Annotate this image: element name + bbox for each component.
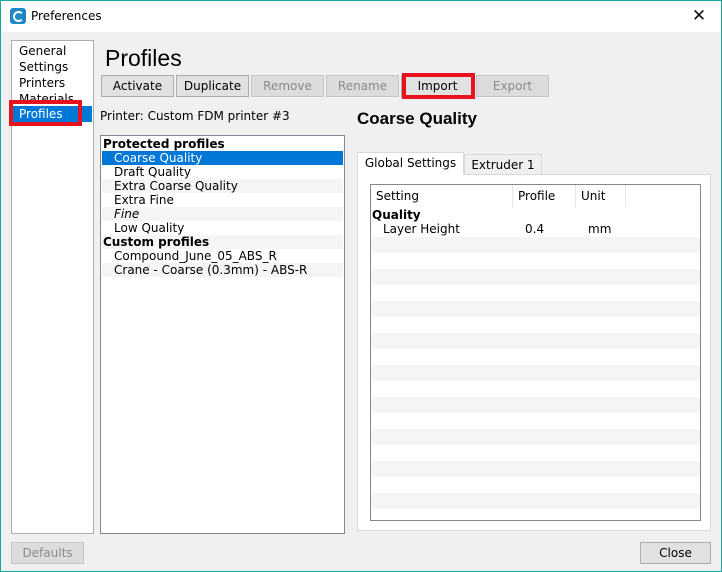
title-bar: Preferences ✕: [1, 1, 721, 32]
window-title: Preferences: [31, 9, 102, 23]
profile-item-extra-coarse-quality[interactable]: Extra Coarse Quality: [102, 179, 343, 193]
nav-item-general[interactable]: General: [19, 43, 66, 59]
column-header-setting[interactable]: Setting: [371, 185, 513, 207]
setting-unit: mm: [588, 222, 612, 236]
setting-profile-value: 0.4: [525, 222, 545, 236]
group-header-protected: Protected profiles: [103, 137, 225, 151]
defaults-button[interactable]: Defaults: [11, 542, 84, 564]
export-button[interactable]: Export: [476, 75, 549, 97]
table-row[interactable]: Layer Height 0.4 mm: [371, 221, 700, 237]
profiles-highlight-box: [9, 100, 82, 126]
nav-item-settings[interactable]: Settings: [19, 59, 68, 75]
import-highlight-box: [402, 73, 475, 99]
table-row-empty: [371, 365, 700, 381]
cura-icon: [10, 8, 26, 24]
table-row-empty: [371, 461, 700, 477]
profile-item-compound[interactable]: Compound_June_05_ABS_R: [102, 249, 343, 263]
profile-item-extra-fine[interactable]: Extra Fine: [102, 193, 343, 207]
remove-button[interactable]: Remove: [251, 75, 324, 97]
group-header-custom: Custom profiles: [102, 235, 343, 249]
nav-item-printers[interactable]: Printers: [19, 75, 65, 91]
table-row-empty: [371, 237, 700, 253]
page-title: Profiles: [105, 45, 182, 71]
tab-extruder-1[interactable]: Extruder 1: [464, 154, 542, 175]
setting-name: Layer Height: [383, 222, 460, 236]
profile-item-fine[interactable]: Fine: [102, 207, 343, 221]
column-header-unit[interactable]: Unit: [576, 185, 626, 207]
preferences-window: Preferences ✕ General Settings Printers …: [0, 0, 722, 572]
rename-button[interactable]: Rename: [326, 75, 399, 97]
profile-item-coarse-quality[interactable]: Coarse Quality: [102, 151, 343, 165]
profile-title: Coarse Quality: [357, 109, 477, 128]
table-row-empty: [371, 301, 700, 317]
column-header-profile[interactable]: Profile: [513, 185, 576, 207]
profile-item-low-quality[interactable]: Low Quality: [102, 221, 343, 235]
table-row-empty: [371, 397, 700, 413]
settings-table[interactable]: Setting Profile Unit Quality Layer Heigh…: [370, 184, 701, 521]
table-row-empty: [371, 493, 700, 509]
printer-label: Printer: Custom FDM printer #3: [100, 109, 290, 123]
tab-global-settings[interactable]: Global Settings: [357, 152, 464, 175]
profile-item-crane-coarse[interactable]: Crane - Coarse (0.3mm) - ABS-R: [102, 263, 343, 277]
global-settings-panel: Setting Profile Unit Quality Layer Heigh…: [357, 174, 711, 531]
table-row-empty: [371, 429, 700, 445]
close-icon[interactable]: ✕: [685, 4, 713, 28]
profile-item-draft-quality[interactable]: Draft Quality: [102, 165, 343, 179]
table-row-empty: [371, 333, 700, 349]
table-row-empty: [371, 269, 700, 285]
activate-button[interactable]: Activate: [101, 75, 174, 97]
duplicate-button[interactable]: Duplicate: [176, 75, 249, 97]
close-button[interactable]: Close: [640, 542, 711, 564]
profile-list[interactable]: Protected profiles Coarse Quality Draft …: [100, 135, 345, 534]
